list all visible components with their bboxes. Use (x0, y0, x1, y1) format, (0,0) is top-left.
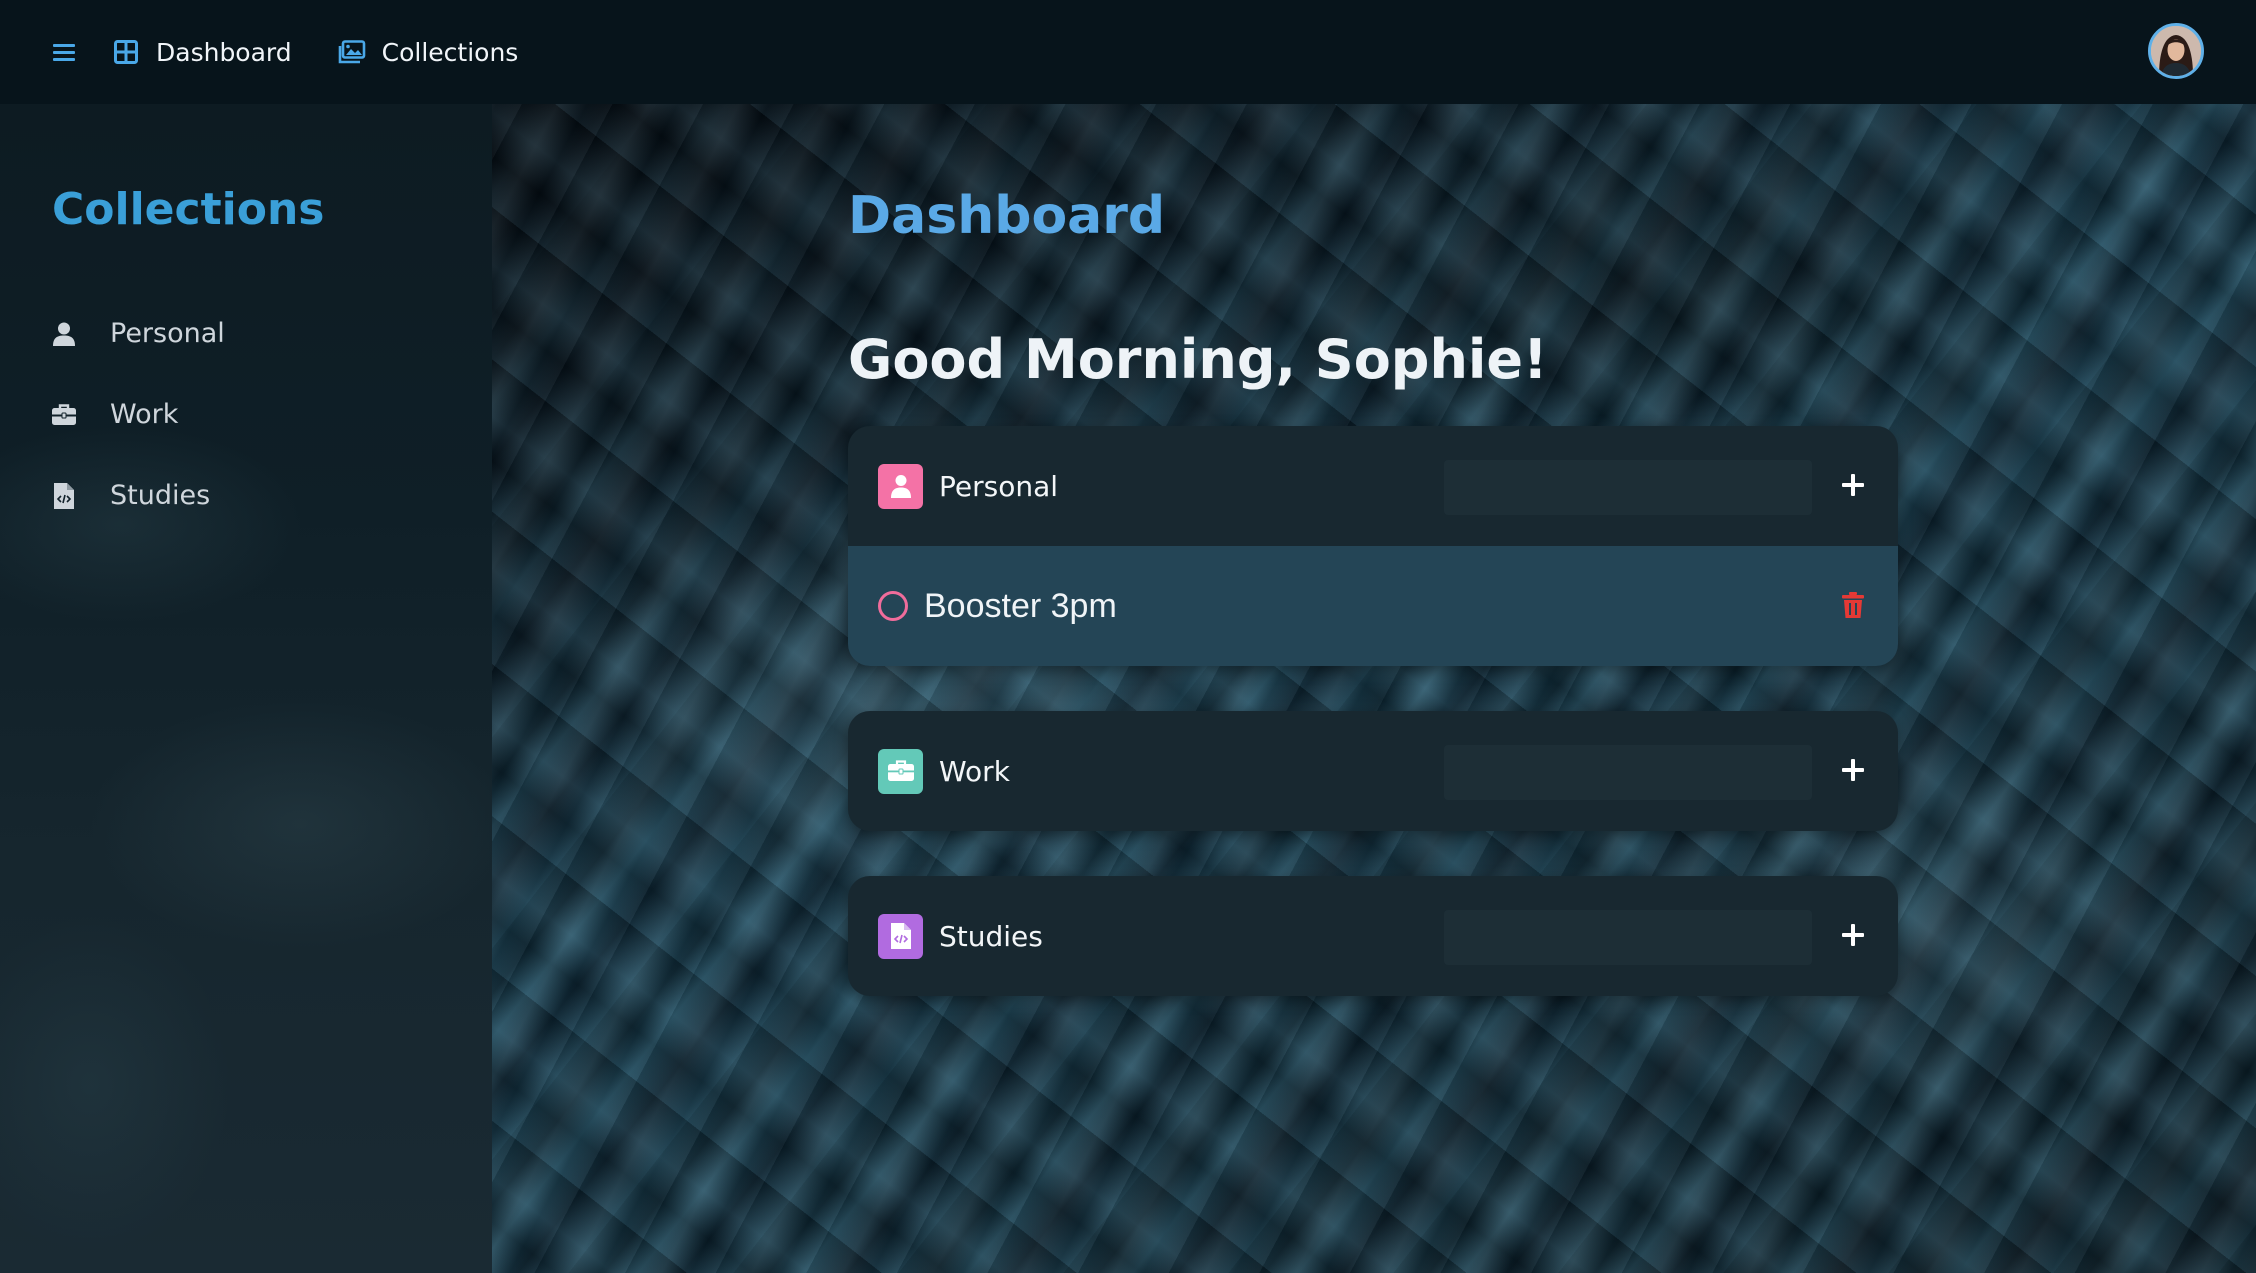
sidebar-item-label: Work (110, 399, 179, 430)
sidebar-background (0, 104, 492, 1273)
task-checkbox[interactable] (878, 591, 908, 621)
sidebar-item-studies[interactable]: Studies (52, 480, 210, 511)
collection-title: Work (939, 754, 1010, 788)
page-title: Dashboard (848, 186, 1166, 246)
collection-card-header: Work (848, 711, 1898, 831)
collection-card-work: Work (848, 711, 1898, 831)
add-task-plus-icon[interactable] (1840, 922, 1866, 948)
sidebar-item-personal[interactable]: Personal (52, 318, 225, 349)
sidebar-item-label: Studies (110, 480, 211, 511)
nav-link-label: Collections (381, 37, 519, 67)
briefcase-icon (52, 401, 76, 429)
sidebar-item-label: Personal (110, 318, 225, 349)
nav-link-collections[interactable]: Collections (338, 37, 519, 67)
add-task-plus-icon[interactable] (1840, 472, 1866, 498)
new-task-input[interactable] (1444, 910, 1812, 965)
hamburger-menu-icon[interactable] (52, 40, 76, 64)
add-task-plus-icon[interactable] (1840, 757, 1866, 783)
collection-card-header: Personal (848, 426, 1898, 546)
nav-link-dashboard[interactable]: Dashboard (112, 38, 292, 67)
sidebar-item-work[interactable]: Work (52, 399, 178, 430)
new-task-input[interactable] (1444, 460, 1812, 515)
user-avatar[interactable] (2148, 23, 2204, 79)
collection-card-studies: Studies (848, 876, 1898, 996)
task-text: Booster 3pm (924, 586, 1117, 625)
briefcase-icon (878, 748, 923, 794)
trash-icon[interactable] (1842, 592, 1866, 620)
images-icon (338, 38, 366, 66)
top-navbar: Dashboard Collections (0, 0, 2256, 104)
collection-card-personal: Personal Booster 3pm (848, 426, 1898, 666)
collection-title: Studies (939, 919, 1043, 953)
greeting-heading: Good Morning, Sophie! (848, 328, 1548, 391)
nav-link-label: Dashboard (156, 37, 292, 67)
task-item: Booster 3pm (848, 546, 1898, 666)
collection-title: Personal (939, 469, 1059, 503)
new-task-input[interactable] (1444, 745, 1812, 800)
user-icon (52, 320, 76, 348)
collection-card-header: Studies (848, 876, 1898, 996)
code-file-icon (52, 482, 76, 510)
sidebar-title: Collections (52, 184, 325, 235)
main-content: Dashboard Good Morning, Sophie! Personal… (492, 104, 2256, 1273)
user-icon (878, 463, 923, 509)
crumpled-paper-texture (492, 104, 2256, 1273)
sidebar: Collections Personal Work Studies (0, 104, 492, 1273)
dashboard-grid-icon (112, 38, 140, 66)
code-file-icon (878, 913, 923, 959)
